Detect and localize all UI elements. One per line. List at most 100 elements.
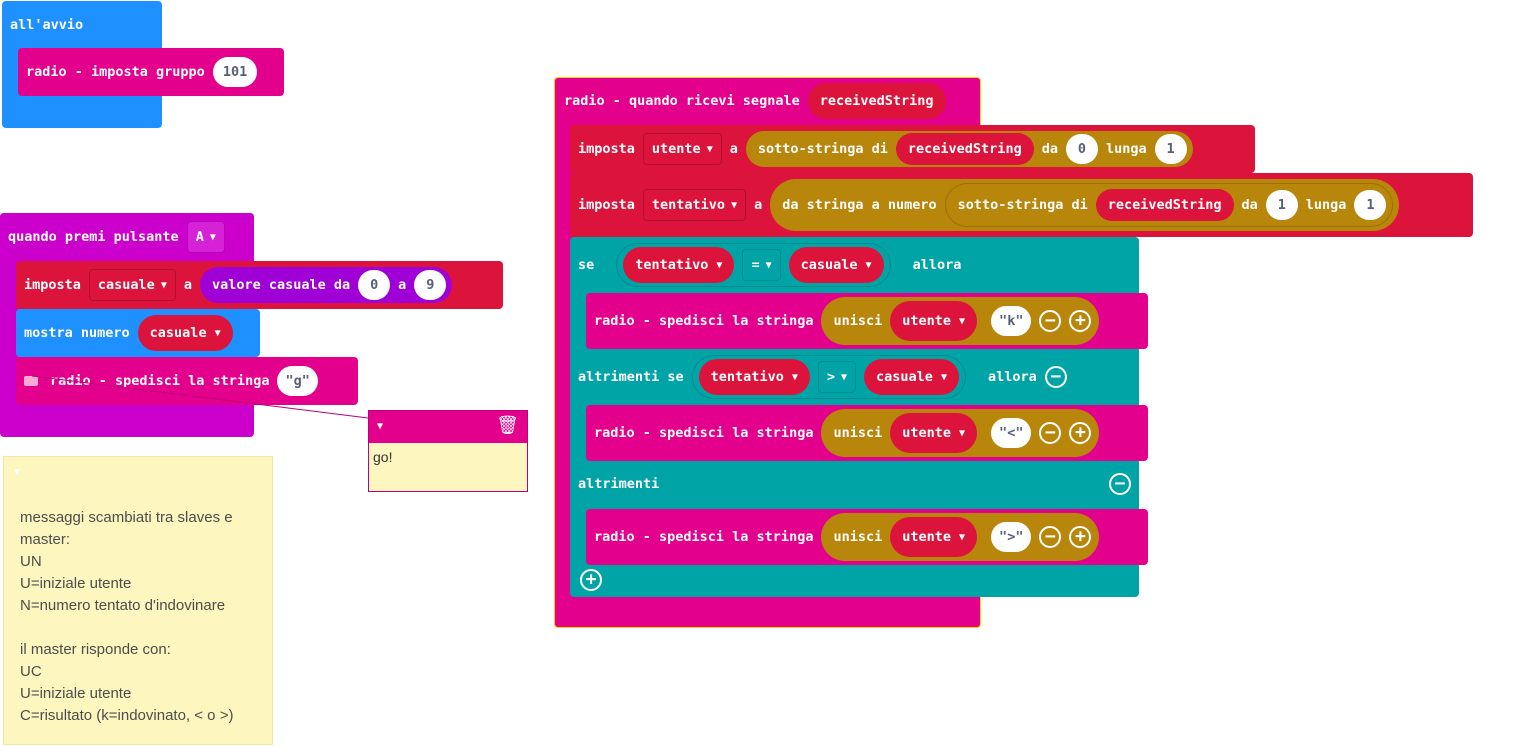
- send-string-block-less[interactable]: radio - spedisci la stringa unisci utent…: [586, 405, 1148, 461]
- note-line: [20, 617, 233, 639]
- comment-popup-text[interactable]: go!: [369, 443, 527, 465]
- join-label: unisci: [833, 425, 883, 441]
- join-block[interactable]: unisci utente ▼ " < " − +: [821, 409, 1100, 457]
- variable-name: tentativo: [651, 197, 726, 213]
- received-string-reporter[interactable]: receivedString: [1095, 189, 1234, 221]
- minus-icon[interactable]: −: [1044, 366, 1067, 388]
- join-variable-reporter[interactable]: utente ▼: [890, 301, 978, 341]
- chevron-down-icon: ▼: [765, 259, 772, 271]
- chevron-down-icon: ▼: [959, 315, 966, 327]
- chevron-down-icon: ▼: [841, 371, 848, 383]
- note-line: il master risponde con:: [20, 641, 171, 658]
- minus-icon[interactable]: −: [1039, 422, 1062, 444]
- from-label: da: [1241, 197, 1258, 213]
- else-label: altrimenti: [578, 476, 660, 492]
- left-variable-reporter[interactable]: tentativo ▼: [623, 247, 735, 283]
- right-variable-reporter[interactable]: casuale ▼: [788, 247, 884, 283]
- from-input[interactable]: 1: [1265, 190, 1298, 220]
- from-input[interactable]: 0: [1065, 134, 1098, 164]
- substring-label: sotto-stringa di: [757, 141, 888, 157]
- join-variable-name: utente: [902, 313, 952, 329]
- chevron-down-icon: ▼: [716, 259, 723, 271]
- note-line: U=iniziale utente: [20, 575, 132, 592]
- else-if-header: altrimenti se tentativo ▼ > ▼ casuale ▼ …: [570, 353, 1139, 401]
- add-else-if-plus-icon[interactable]: +: [580, 569, 602, 591]
- variable-dropdown[interactable]: utente ▼: [642, 133, 722, 165]
- received-string-reporter[interactable]: receivedString: [895, 133, 1034, 165]
- send-string-block-greater[interactable]: radio - spedisci la stringa unisci utent…: [586, 509, 1148, 565]
- minus-icon[interactable]: −: [1109, 473, 1131, 495]
- then-label: allora: [987, 369, 1037, 385]
- left-variable-reporter[interactable]: tentativo ▼: [698, 359, 810, 395]
- to-label: a: [754, 197, 763, 213]
- operator-dropdown[interactable]: = ▼: [742, 249, 781, 281]
- else-header: altrimenti −: [570, 461, 1139, 507]
- comment-popup[interactable]: ▼ 🗑 go!: [368, 410, 528, 492]
- join-string-input[interactable]: " < ": [991, 418, 1032, 448]
- minus-icon[interactable]: −: [1039, 526, 1062, 548]
- substring-label: sotto-stringa di: [957, 197, 1088, 213]
- length-input[interactable]: 1: [1354, 190, 1387, 220]
- length-label: lunga: [1305, 197, 1347, 213]
- variable-name: utente: [651, 141, 701, 157]
- join-string-input[interactable]: " k ": [991, 306, 1032, 336]
- length-label: lunga: [1105, 141, 1147, 157]
- operator-dropdown[interactable]: > ▼: [817, 361, 857, 393]
- comment-popup-header: ▼ 🗑: [369, 411, 527, 443]
- set-utente-block[interactable]: imposta utente ▼ a sotto-stringa di rece…: [570, 125, 1255, 173]
- to-label: a: [729, 141, 738, 157]
- chevron-down-icon: ▼: [706, 143, 713, 155]
- operator-value: =: [751, 257, 760, 273]
- chevron-down-icon: ▼: [940, 371, 947, 383]
- chevron-down-icon[interactable]: ▼: [377, 421, 383, 432]
- on-received-title: radio - quando ricevi segnale: [564, 93, 800, 109]
- join-string-value: <: [1007, 425, 1016, 441]
- chevron-down-icon: ▼: [959, 427, 966, 439]
- chevron-down-icon: ▼: [791, 371, 798, 383]
- received-string-param[interactable]: receivedString: [807, 83, 946, 119]
- compare-block-greater[interactable]: tentativo ▼ > ▼ casuale ▼: [691, 355, 966, 399]
- workspace-comment[interactable]: ▼ messaggi scambiati tra slaves e master…: [3, 456, 273, 745]
- compare-block-equal[interactable]: tentativo ▼ = ▼ casuale ▼: [616, 243, 891, 287]
- send-string-label: radio - spedisci la stringa: [594, 313, 814, 329]
- plus-icon[interactable]: +: [1069, 310, 1092, 332]
- variable-dropdown[interactable]: tentativo ▼: [642, 189, 747, 221]
- substring-block[interactable]: sotto-stringa di receivedString da 1 lun…: [944, 183, 1394, 227]
- join-variable-name: utente: [902, 425, 952, 441]
- join-string-input[interactable]: " > ": [991, 522, 1032, 552]
- note-line: UC: [20, 663, 42, 680]
- note-line: UN: [20, 553, 42, 570]
- join-string-value: k: [1007, 313, 1016, 329]
- join-label: unisci: [833, 313, 883, 329]
- operator-value: >: [826, 369, 835, 385]
- left-variable-name: tentativo: [635, 257, 709, 273]
- substring-block[interactable]: sotto-stringa di receivedString da 0 lun…: [745, 131, 1193, 167]
- trash-icon[interactable]: 🗑: [496, 415, 519, 436]
- note-line: messaggi scambiati tra slaves e: [20, 509, 233, 526]
- join-variable-reporter[interactable]: utente ▼: [890, 413, 978, 453]
- send-string-block-k[interactable]: radio - spedisci la stringa unisci utent…: [586, 293, 1148, 349]
- on-received-header: radio - quando ricevi segnale receivedSt…: [556, 78, 980, 124]
- right-variable-reporter[interactable]: casuale ▼: [864, 359, 959, 395]
- join-variable-reporter[interactable]: utente ▼: [890, 517, 978, 557]
- chevron-down-icon: ▼: [731, 199, 738, 211]
- send-string-label: radio - spedisci la stringa: [594, 529, 814, 545]
- note-line: master:: [20, 531, 71, 548]
- parse-number-block[interactable]: da stringa a numero sotto-stringa di rec…: [770, 179, 1400, 231]
- join-block[interactable]: unisci utente ▼ " > " − +: [821, 513, 1100, 561]
- plus-icon[interactable]: +: [1069, 526, 1092, 548]
- join-block[interactable]: unisci utente ▼ " k " − +: [821, 297, 1100, 345]
- plus-icon[interactable]: +: [1069, 422, 1092, 444]
- workspace-comment-text[interactable]: messaggi scambiati tra slaves e master: …: [20, 507, 233, 727]
- then-label: allora: [912, 257, 962, 273]
- note-line: N=numero tentato d'indovinare: [20, 597, 226, 614]
- chevron-down-icon[interactable]: ▼: [12, 467, 22, 478]
- else-if-label: altrimenti se: [578, 369, 684, 385]
- length-input[interactable]: 1: [1154, 134, 1187, 164]
- note-line: C=risultato (k=indovinato, < o >): [20, 707, 234, 724]
- if-header: se tentativo ▼ = ▼ casuale ▼ allora: [570, 241, 1130, 289]
- send-string-label: radio - spedisci la stringa: [594, 425, 814, 441]
- minus-icon[interactable]: −: [1039, 310, 1062, 332]
- set-label: imposta: [578, 197, 635, 213]
- set-tentativo-block[interactable]: imposta tentativo ▼ a da stringa a numer…: [570, 173, 1473, 237]
